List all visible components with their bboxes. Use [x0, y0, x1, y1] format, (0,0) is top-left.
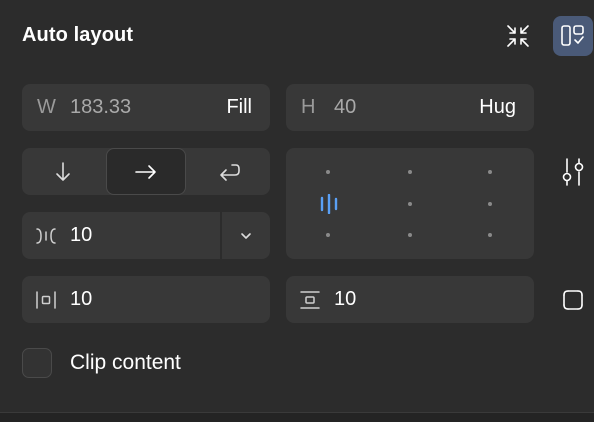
direction-horizontal-button[interactable]	[106, 148, 186, 195]
sliders-icon	[562, 158, 584, 186]
width-field[interactable]: W 183.33 Fill	[22, 84, 270, 131]
clip-content-checkbox[interactable]	[22, 348, 52, 378]
align-top-left[interactable]	[326, 170, 330, 174]
align-bottom-right[interactable]	[488, 233, 492, 237]
direction-vertical-button[interactable]	[22, 148, 104, 195]
advanced-settings-button[interactable]	[558, 157, 588, 187]
align-bottom-left[interactable]	[326, 233, 330, 237]
panel-divider	[0, 412, 594, 422]
vertical-padding-icon	[300, 291, 320, 309]
width-value[interactable]: 183.33	[70, 96, 226, 119]
collapse-button[interactable]	[498, 16, 538, 56]
align-top-right[interactable]	[488, 170, 492, 174]
height-value[interactable]: 40	[334, 96, 479, 119]
arrow-right-icon	[135, 164, 156, 179]
panel-title: Auto layout	[22, 24, 134, 46]
align-bottom-center[interactable]	[408, 233, 412, 237]
align-top-center[interactable]	[408, 170, 412, 174]
height-mode[interactable]: Hug	[479, 96, 516, 119]
vertical-padding-field[interactable]: 10	[286, 276, 534, 323]
vertical-padding-value[interactable]: 10	[334, 288, 356, 311]
chevron-down-icon	[241, 232, 251, 239]
collapse-arrows-icon	[507, 25, 529, 47]
auto-layout-checklist-icon	[561, 25, 584, 46]
independent-padding-icon	[563, 290, 583, 310]
gap-field[interactable]: 10	[22, 212, 270, 259]
direction-wrap-button[interactable]	[188, 148, 270, 195]
horizontal-padding-field[interactable]: 10	[22, 276, 270, 323]
align-middle-center[interactable]	[408, 202, 412, 206]
alignment-grid[interactable]	[286, 148, 534, 259]
clip-content-row[interactable]: Clip content	[22, 348, 181, 378]
height-prefix: H	[301, 96, 316, 118]
height-field[interactable]: H 40 Hug	[286, 84, 534, 131]
gap-dropdown-button[interactable]	[222, 212, 270, 259]
arrow-down-icon	[56, 161, 70, 181]
direction-segmented-control	[22, 148, 270, 195]
horizontal-padding-value[interactable]: 10	[70, 288, 92, 311]
horizontal-padding-icon	[36, 291, 56, 309]
gap-spacing-icon	[36, 228, 56, 244]
independent-padding-button[interactable]	[558, 285, 588, 315]
auto-layout-toggle-button[interactable]	[553, 16, 593, 56]
width-mode[interactable]: Fill	[226, 96, 252, 119]
align-middle-right[interactable]	[488, 202, 492, 206]
auto-layout-panel: Auto layout W 183.33 Fill H 40 Hug 10 10…	[0, 0, 594, 412]
gap-value[interactable]: 10	[70, 224, 92, 247]
width-prefix: W	[37, 96, 56, 118]
alignment-active-icon[interactable]	[318, 194, 340, 214]
clip-content-label[interactable]: Clip content	[70, 351, 181, 375]
wrap-arrow-icon	[220, 163, 240, 181]
